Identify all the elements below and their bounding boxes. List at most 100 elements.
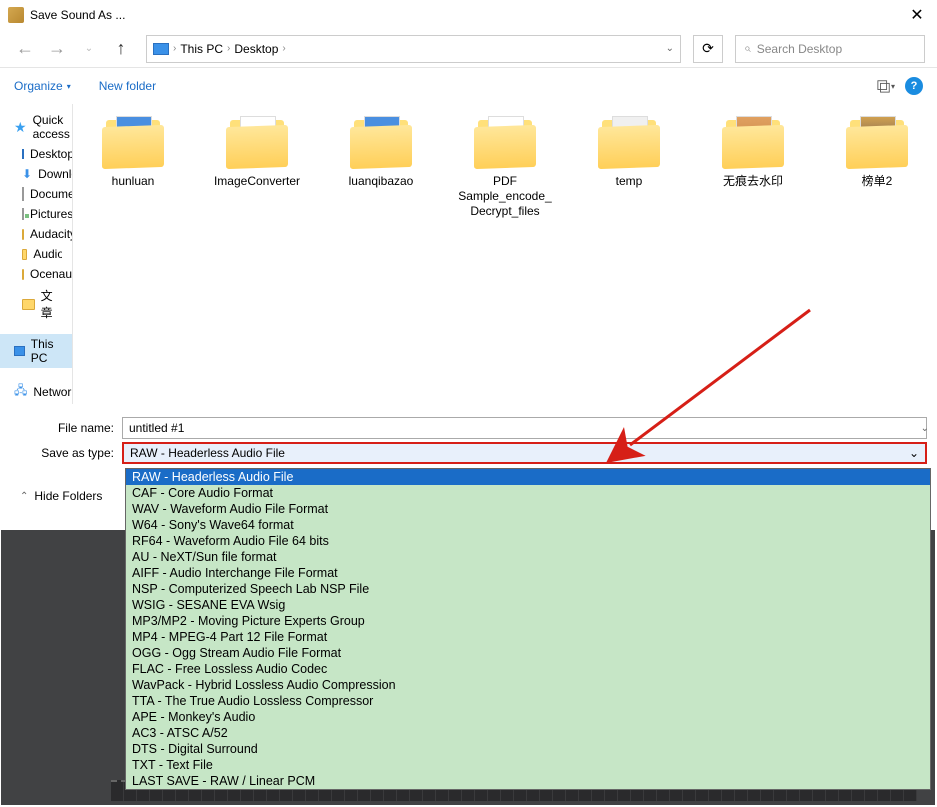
sidebar-item-audacity[interactable]: Audacity bbox=[0, 224, 72, 244]
desktop-icon bbox=[22, 149, 24, 159]
new-folder-label: New folder bbox=[99, 79, 156, 93]
tile-label: 榜单2 bbox=[862, 174, 893, 189]
dropdown-option[interactable]: APE - Monkey's Audio bbox=[126, 709, 930, 725]
sidebar-item-ocenaudio[interactable]: Ocenaudio bbox=[0, 264, 72, 284]
search-placeholder: Search Desktop bbox=[757, 42, 842, 56]
star-icon: ★ bbox=[14, 119, 27, 136]
dropdown-option[interactable]: AU - NeXT/Sun file format bbox=[126, 549, 930, 565]
folder-temp[interactable]: temp bbox=[579, 118, 679, 189]
folder-imageconverter[interactable]: ImageConverter bbox=[207, 118, 307, 189]
document-icon bbox=[22, 187, 24, 201]
sidebar-item-audio-recorder[interactable]: Audio Recorder pgr bbox=[0, 244, 72, 264]
view-options-button[interactable]: ▾ bbox=[877, 77, 895, 95]
dropdown-option[interactable]: NSP - Computerized Speech Lab NSP File bbox=[126, 581, 930, 597]
dropdown-option[interactable]: OGG - Ogg Stream Audio File Format bbox=[126, 645, 930, 661]
back-button[interactable]: ← bbox=[12, 36, 38, 62]
sidebar-item-label: 文章 bbox=[41, 287, 62, 321]
dropdown-option[interactable]: RAW - Headerless Audio File bbox=[126, 469, 930, 485]
sidebar-item-quick-access[interactable]: ★ Quick access bbox=[0, 110, 72, 144]
sidebar-item-label: Network bbox=[33, 385, 73, 399]
sidebar-item-label: Audacity bbox=[30, 227, 73, 241]
sidebar-item-wenzhang[interactable]: 文章 bbox=[0, 284, 72, 324]
folder-icon bbox=[22, 299, 35, 310]
dropdown-option[interactable]: DTS - Digital Surround bbox=[126, 741, 930, 757]
dropdown-option[interactable]: MP3/MP2 - Moving Picture Experts Group bbox=[126, 613, 930, 629]
sidebar-item-downloads[interactable]: ⬇ Downloads 📌 bbox=[0, 164, 72, 184]
refresh-button[interactable]: ⟳ bbox=[693, 35, 723, 63]
breadcrumb-desktop[interactable]: Desktop bbox=[234, 42, 278, 56]
dropdown-option[interactable]: AIFF - Audio Interchange File Format bbox=[126, 565, 930, 581]
close-button[interactable]: ✕ bbox=[905, 5, 929, 25]
dropdown-option[interactable]: WavPack - Hybrid Lossless Audio Compress… bbox=[126, 677, 930, 693]
sidebar-item-documents[interactable]: Documents 📌 bbox=[0, 184, 72, 204]
sidebar-item-label: Ocenaudio bbox=[30, 267, 73, 281]
new-folder-button[interactable]: New folder bbox=[99, 79, 156, 93]
pc-icon bbox=[14, 346, 25, 356]
sidebar-item-desktop[interactable]: Desktop 📌 bbox=[0, 144, 72, 164]
sidebar-item-label: Documents bbox=[30, 187, 73, 201]
sidebar-item-this-pc[interactable]: This PC bbox=[0, 334, 72, 368]
organize-button[interactable]: Organize ▾ bbox=[14, 79, 71, 93]
sidebar-item-label: Desktop bbox=[30, 147, 73, 161]
network-icon: 🖧 bbox=[14, 381, 27, 402]
chevron-down-icon[interactable]: ⌄ bbox=[909, 446, 919, 460]
up-button[interactable]: ↑ bbox=[108, 36, 134, 62]
search-icon: ⌕ bbox=[744, 41, 751, 56]
file-name-input[interactable]: ⌄ bbox=[122, 417, 927, 439]
hide-folders-label: Hide Folders bbox=[34, 489, 102, 503]
sidebar-item-label: Downloads bbox=[38, 167, 73, 181]
folder-icon bbox=[22, 249, 27, 260]
folder-pdf-sample[interactable]: PDF Sample_encode_Decrypt_files bbox=[455, 118, 555, 219]
organize-label: Organize bbox=[14, 79, 63, 93]
navbar: ← → ⌄ ↑ › This PC › Desktop › ⌄ ⟳ ⌕ Sear… bbox=[0, 30, 937, 68]
dropdown-option[interactable]: TTA - The True Audio Lossless Compressor bbox=[126, 693, 930, 709]
dropdown-option[interactable]: WAV - Waveform Audio File Format bbox=[126, 501, 930, 517]
dropdown-option[interactable]: W64 - Sony's Wave64 format bbox=[126, 517, 930, 533]
breadcrumb-this-pc[interactable]: This PC bbox=[180, 42, 223, 56]
dropdown-option[interactable]: TXT - Text File bbox=[126, 757, 930, 773]
folder-luanqibazao[interactable]: luanqibazao bbox=[331, 118, 431, 189]
dropdown-option[interactable]: RF64 - Waveform Audio File 64 bits bbox=[126, 533, 930, 549]
folder-wuhen[interactable]: 无痕去水印 bbox=[703, 118, 803, 189]
chevron-right-icon: › bbox=[227, 43, 230, 54]
chevron-down-icon: ▾ bbox=[67, 82, 71, 91]
tile-label: ImageConverter bbox=[214, 174, 300, 189]
tile-label: hunluan bbox=[112, 174, 155, 189]
folder-icon bbox=[22, 269, 24, 280]
folder-hunluan[interactable]: hunluan bbox=[83, 118, 183, 189]
folder-icon bbox=[102, 118, 164, 168]
sidebar-item-label: Quick access bbox=[33, 113, 70, 141]
save-type-select[interactable]: RAW - Headerless Audio File ⌄ bbox=[122, 442, 927, 464]
dropdown-option[interactable]: MP4 - MPEG-4 Part 12 File Format bbox=[126, 629, 930, 645]
address-bar[interactable]: › This PC › Desktop › ⌄ bbox=[146, 35, 681, 63]
recent-locations-button[interactable]: ⌄ bbox=[76, 36, 102, 62]
save-type-value: RAW - Headerless Audio File bbox=[130, 446, 285, 460]
sidebar-item-network[interactable]: 🖧 Network bbox=[0, 378, 72, 404]
tile-label: luanqibazao bbox=[349, 174, 414, 189]
address-dropdown-icon[interactable]: ⌄ bbox=[666, 43, 674, 54]
forward-button[interactable]: → bbox=[44, 36, 70, 62]
folder-icon bbox=[598, 118, 660, 168]
sidebar-item-label: This PC bbox=[31, 337, 62, 365]
search-input[interactable]: ⌕ Search Desktop bbox=[735, 35, 925, 63]
save-type-label: Save as type: bbox=[12, 446, 122, 460]
dropdown-option[interactable]: CAF - Core Audio Format bbox=[126, 485, 930, 501]
chevron-down-icon[interactable]: ⌄ bbox=[921, 423, 929, 434]
sidebar-item-label: Pictures bbox=[30, 207, 73, 221]
file-name-value[interactable] bbox=[129, 421, 920, 435]
dropdown-option[interactable]: AC3 - ATSC A/52 bbox=[126, 725, 930, 741]
folder-icon bbox=[474, 118, 536, 168]
toolbar: Organize ▾ New folder ▾ ? bbox=[0, 68, 937, 104]
dropdown-option[interactable]: FLAC - Free Lossless Audio Codec bbox=[126, 661, 930, 677]
sidebar-item-pictures[interactable]: Pictures 📌 bbox=[0, 204, 72, 224]
pc-icon bbox=[153, 43, 169, 55]
tile-label: 无痕去水印 bbox=[723, 174, 783, 189]
folder-icon bbox=[722, 118, 784, 168]
save-type-dropdown-list[interactable]: RAW - Headerless Audio File CAF - Core A… bbox=[125, 468, 931, 790]
folder-bangdan2[interactable]: 榜单2 bbox=[827, 118, 927, 189]
download-icon: ⬇ bbox=[22, 167, 32, 181]
sidebar-item-label: Audio Recorder pgr bbox=[33, 247, 62, 261]
help-button[interactable]: ? bbox=[905, 77, 923, 95]
dropdown-option[interactable]: WSIG - SESANE EVA Wsig bbox=[126, 597, 930, 613]
dropdown-option[interactable]: LAST SAVE - RAW / Linear PCM bbox=[126, 773, 930, 789]
